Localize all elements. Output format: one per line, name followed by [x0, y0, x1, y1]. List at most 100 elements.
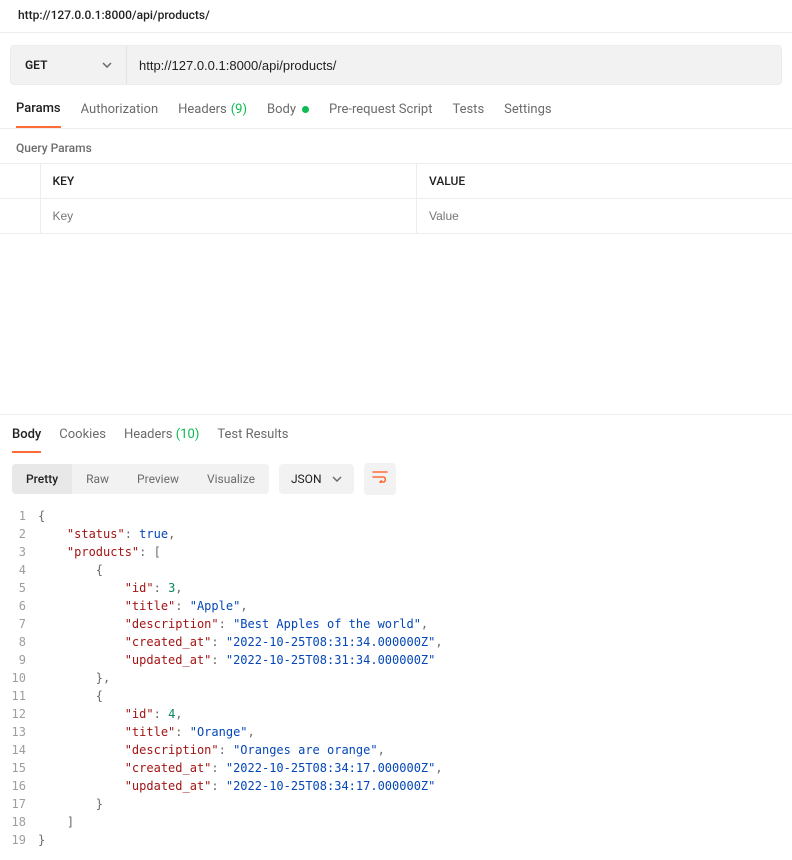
code-content: "id": 4,: [38, 705, 183, 723]
code-line: 13 "title": "Orange",: [10, 723, 792, 741]
code-content: "status": true,: [38, 525, 175, 543]
line-number: 1: [10, 507, 38, 525]
chevron-down-icon: [102, 60, 112, 70]
code-line: 18 ]: [10, 813, 792, 831]
code-content: "updated_at": "2022-10-25T08:34:17.00000…: [38, 777, 435, 795]
code-content: "created_at": "2022-10-25T08:31:34.00000…: [38, 633, 443, 651]
line-number: 11: [10, 687, 38, 705]
code-line: 10 },: [10, 669, 792, 687]
code-line: 7 "description": "Best Apples of the wor…: [10, 615, 792, 633]
line-number: 10: [10, 669, 38, 687]
code-line: 9 "updated_at": "2022-10-25T08:31:34.000…: [10, 651, 792, 669]
http-method-label: GET: [25, 58, 47, 72]
response-toolbar: Pretty Raw Preview Visualize JSON: [0, 453, 792, 505]
line-number: 7: [10, 615, 38, 633]
params-checkbox-header: [0, 164, 40, 199]
code-content: "updated_at": "2022-10-25T08:31:34.00000…: [38, 651, 435, 669]
code-content: {: [38, 507, 45, 525]
format-select[interactable]: JSON: [279, 464, 354, 494]
code-content: ]: [38, 813, 74, 831]
line-number: 15: [10, 759, 38, 777]
code-content: {: [38, 687, 103, 705]
params-key-header: KEY: [40, 164, 417, 199]
line-number: 9: [10, 651, 38, 669]
tab-authorization[interactable]: Authorization: [81, 101, 159, 128]
view-mode-group: Pretty Raw Preview Visualize: [12, 464, 269, 494]
tab-title-text: http://127.0.0.1:8000/api/products/: [18, 8, 210, 22]
tab-settings[interactable]: Settings: [504, 101, 551, 128]
response-tabs: Body Cookies Headers (10) Test Results: [0, 415, 792, 453]
line-number: 16: [10, 777, 38, 795]
request-tabs: Params Authorization Headers (9) Body Pr…: [0, 85, 792, 129]
headers-count: (9): [231, 102, 247, 117]
line-number: 19: [10, 831, 38, 849]
params-key-input[interactable]: [53, 209, 405, 223]
response-panel: Body Cookies Headers (10) Test Results P…: [0, 414, 792, 859]
code-line: 14 "description": "Oranges are orange",: [10, 741, 792, 759]
tab-test-results[interactable]: Test Results: [217, 427, 288, 453]
code-line: 2 "status": true,: [10, 525, 792, 543]
line-number: 14: [10, 741, 38, 759]
code-content: "title": "Orange",: [38, 723, 255, 741]
code-content: }: [38, 831, 45, 849]
wrap-lines-button[interactable]: [364, 463, 396, 495]
code-line: 19}: [10, 831, 792, 849]
tab-params[interactable]: Params: [16, 101, 61, 128]
code-content: "description": "Oranges are orange",: [38, 741, 385, 759]
params-row-checkbox[interactable]: [0, 199, 40, 234]
code-line: 11 {: [10, 687, 792, 705]
code-content: }: [38, 795, 103, 813]
line-number: 4: [10, 561, 38, 579]
spacer: [0, 234, 792, 414]
tab-headers[interactable]: Headers (9): [178, 101, 247, 128]
code-content: "id": 3,: [38, 579, 183, 597]
code-line: 16 "updated_at": "2022-10-25T08:34:17.00…: [10, 777, 792, 795]
format-label: JSON: [291, 472, 322, 486]
request-tab-title[interactable]: http://127.0.0.1:8000/api/products/: [0, 0, 792, 33]
params-value-input[interactable]: [429, 209, 780, 223]
line-number: 12: [10, 705, 38, 723]
code-content: },: [38, 669, 110, 687]
line-number: 3: [10, 543, 38, 561]
params-row: [0, 199, 792, 234]
request-url-input[interactable]: [127, 46, 781, 84]
code-line: 15 "created_at": "2022-10-25T08:34:17.00…: [10, 759, 792, 777]
query-params-label: Query Params: [0, 129, 792, 163]
code-line: 4 {: [10, 561, 792, 579]
tab-response-cookies[interactable]: Cookies: [59, 427, 106, 453]
code-line: 17 }: [10, 795, 792, 813]
chevron-down-icon: [332, 474, 342, 484]
line-number: 6: [10, 597, 38, 615]
request-url-bar: GET: [10, 45, 782, 85]
line-number: 18: [10, 813, 38, 831]
response-headers-count: (10): [176, 427, 200, 442]
tab-response-body[interactable]: Body: [12, 427, 41, 453]
code-line: 12 "id": 4,: [10, 705, 792, 723]
line-number: 13: [10, 723, 38, 741]
view-pretty-button[interactable]: Pretty: [12, 464, 72, 494]
http-method-select[interactable]: GET: [11, 46, 127, 84]
wrap-lines-icon: [372, 471, 388, 487]
response-json-viewer[interactable]: 1{2 "status": true,3 "products": [4 {5 "…: [0, 505, 792, 859]
code-content: "title": "Apple",: [38, 597, 248, 615]
dot-indicator-icon: [302, 106, 309, 113]
tab-prerequest[interactable]: Pre-request Script: [329, 101, 432, 128]
line-number: 17: [10, 795, 38, 813]
code-content: {: [38, 561, 103, 579]
code-line: 5 "id": 3,: [10, 579, 792, 597]
code-line: 8 "created_at": "2022-10-25T08:31:34.000…: [10, 633, 792, 651]
line-number: 8: [10, 633, 38, 651]
code-line: 6 "title": "Apple",: [10, 597, 792, 615]
code-line: 3 "products": [: [10, 543, 792, 561]
code-content: "products": [: [38, 543, 161, 561]
code-line: 1{: [10, 507, 792, 525]
tab-body[interactable]: Body: [267, 101, 309, 128]
view-raw-button[interactable]: Raw: [72, 464, 123, 494]
view-visualize-button[interactable]: Visualize: [193, 464, 269, 494]
tab-response-headers[interactable]: Headers (10): [124, 427, 199, 453]
tab-tests[interactable]: Tests: [452, 101, 484, 128]
line-number: 5: [10, 579, 38, 597]
view-preview-button[interactable]: Preview: [123, 464, 193, 494]
line-number: 2: [10, 525, 38, 543]
params-value-header: VALUE: [417, 164, 792, 199]
